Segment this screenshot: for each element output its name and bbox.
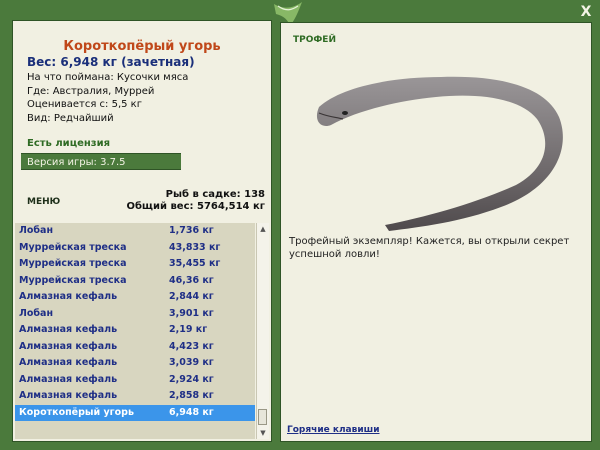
fish-list-weight: 2,19 кг [169, 324, 208, 335]
fish-list-weight: 43,833 кг [169, 241, 221, 253]
eel-image [316, 76, 563, 232]
close-button[interactable]: X [578, 4, 594, 20]
fish-list-name: Муррейская треска [19, 274, 127, 286]
fish-list-weight: 35,455 кг [169, 258, 221, 269]
license-status: Есть лицензия [27, 138, 111, 149]
fish-list-row[interactable]: Муррейская треска 35,455 кг [15, 256, 255, 273]
fish-list-name: Муррейская треска [19, 258, 127, 269]
fish-list-row[interactable]: Короткопёрый угорь 6,948 кг [15, 404, 255, 421]
fish-list-weight: 3,039 кг [169, 357, 214, 368]
fish-list-weight: 3,901 кг [169, 307, 214, 319]
bait-line: На что поймана: Кусочки мяса [27, 72, 189, 83]
fish-list-name: Алмазная кефаль [19, 340, 118, 352]
arrow-up-icon[interactable]: ▲ [258, 224, 268, 234]
fish-list-scrollbar[interactable]: ▲ ▼ [256, 223, 269, 439]
close-icon: X [580, 4, 592, 20]
trophy-label: ТРОФЕЙ [293, 35, 336, 45]
trophy-panel: ТРОФЕЙ Трофейный экземпляр! Кажется, вы … [280, 22, 592, 442]
fish-list-weight: 2,844 кг [169, 291, 214, 302]
scroll-thumb[interactable] [258, 409, 267, 425]
fish-list-row[interactable]: Алмазная кефаль 2,858 кг [15, 388, 255, 405]
hotkeys-link[interactable]: Горячие клавиши [287, 425, 380, 435]
fish-list-row[interactable]: Алмазная кефаль 2,924 кг [15, 372, 255, 389]
fish-list-row[interactable]: Муррейская треска 46,36 кг [15, 273, 255, 290]
fish-weight: Вес: 6,948 кг (зачетная) [27, 55, 195, 69]
fish-list-name: Лобан [19, 225, 54, 236]
fish-list-weight: 46,36 кг [169, 274, 214, 286]
version-bar: Версия игры: 3.7.5 [21, 153, 181, 170]
fish-list-row[interactable]: Алмазная кефаль 3,039 кг [15, 355, 255, 372]
valued-line: Оценивается с: 5,5 кг [27, 99, 142, 110]
cage-count: Рыб в садке: 138 [165, 189, 265, 200]
fish-list-weight: 2,858 кг [169, 390, 214, 401]
fish-details: На что поймана: Кусочки мяса Где: Австра… [27, 71, 188, 125]
fish-list-row[interactable]: Лобан 3,901 кг [15, 306, 255, 323]
place-line: Где: Австралия, Муррей [27, 85, 155, 97]
fish-list-row[interactable]: Алмазная кефаль 2,844 кг [15, 289, 255, 306]
trophy-message: Трофейный экземпляр! Кажется, вы открыли… [289, 236, 570, 260]
fish-list-weight: 6,948 кг [169, 406, 214, 418]
kind-line: Вид: Редчайший [27, 112, 114, 124]
fish-list-row[interactable]: Лобан 1,736 кг [15, 223, 255, 240]
fish-list-weight: 1,736 кг [169, 225, 214, 236]
fish-info-panel: Короткопёрый угорь Вес: 6,948 кг (зачетн… [12, 20, 272, 442]
fish-list-name: Лобан [19, 307, 54, 319]
cage-stats: Рыб в садке: 138 Общий вес: 5764,514 кг [126, 189, 265, 213]
cage-total-weight: Общий вес: 5764,514 кг [126, 201, 265, 212]
fish-list-row[interactable]: Алмазная кефаль 4,423 кг [15, 339, 255, 356]
fish-list-weight: 2,924 кг [169, 373, 214, 385]
fish-list-row[interactable]: Муррейская треска 43,833 кг [15, 240, 255, 257]
fish-list-name: Короткопёрый угорь [19, 406, 134, 418]
game-window: X Короткопёрый угорь Вес: 6,948 кг (заче… [0, 0, 600, 450]
arrow-down-icon[interactable]: ▼ [258, 428, 268, 438]
fish-list-weight: 4,423 кг [169, 340, 214, 352]
fish-list-name: Муррейская треска [19, 241, 127, 253]
menu-button[interactable]: МЕНЮ [27, 197, 60, 207]
fish-title: Короткопёрый угорь [63, 39, 221, 54]
fish-list-name: Алмазная кефаль [19, 357, 118, 368]
fish-list-name: Алмазная кефаль [19, 324, 118, 335]
caught-fish-list: Лобан 1,736 кг Муррейская треска 43,833 кг М… [15, 223, 255, 439]
fish-list-row[interactable]: Алмазная кефаль 2,19 кг [15, 322, 255, 339]
fish-list-name: Алмазная кефаль [19, 291, 118, 302]
fish-list-name: Алмазная кефаль [19, 373, 118, 385]
fish-list-name: Алмазная кефаль [19, 390, 118, 401]
